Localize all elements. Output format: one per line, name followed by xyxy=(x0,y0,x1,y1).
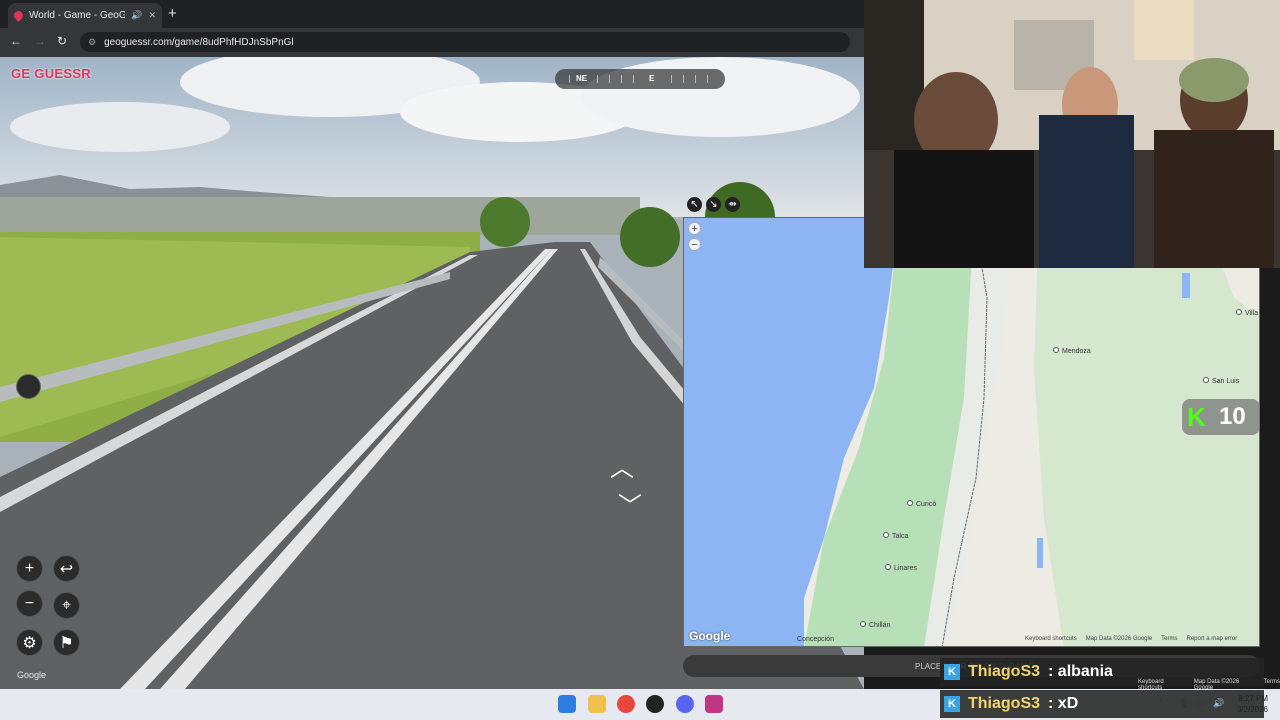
report-map-error-link[interactable]: Report a map error xyxy=(1187,636,1238,642)
chat-text: : xD xyxy=(1048,695,1079,712)
clock-time: 8:27 PM xyxy=(1238,694,1268,703)
street-view-google-watermark: Google xyxy=(17,670,47,680)
start-menu-icon[interactable] xyxy=(558,695,576,713)
file-explorer-icon[interactable] xyxy=(588,695,606,713)
undo-move-icon[interactable]: ↩ xyxy=(53,555,80,582)
browser-tab[interactable]: World - Game - GeoGuessr 🔊 ✕ xyxy=(8,3,162,28)
chat-text: : albania xyxy=(1048,663,1113,680)
webcam-scene xyxy=(864,0,1280,268)
map-city-label: Mendoza xyxy=(1053,347,1091,355)
obs-icon[interactable] xyxy=(646,695,664,713)
map-city-label: Chillán xyxy=(860,621,890,629)
map-zoom-out-button[interactable]: − xyxy=(688,238,701,251)
network-icon[interactable]: ▭ xyxy=(1197,698,1206,709)
viewer-count: 10 xyxy=(1219,403,1246,430)
compass-tick xyxy=(707,75,708,83)
compass-label-e: E xyxy=(649,74,655,83)
kick-viewer-badge: K 10 xyxy=(1182,399,1260,435)
webcam-feed xyxy=(864,0,1280,268)
map-pin-toggle-icon[interactable]: ⇴ xyxy=(725,197,740,212)
map-city-label: Villa xyxy=(1236,309,1258,317)
map-terrain xyxy=(684,218,1259,646)
settings-gear-icon[interactable]: ⚙ xyxy=(16,629,43,656)
zoom-in-button[interactable]: + xyxy=(16,555,43,582)
map-google-logo: Google xyxy=(689,629,731,643)
forward-icon[interactable]: → xyxy=(34,34,46,48)
map-data-text: Map Data ©2026 Google xyxy=(1085,636,1153,642)
compass-tick xyxy=(671,75,672,83)
compass-label-ne: NE xyxy=(576,74,588,83)
new-tab-button[interactable]: + xyxy=(168,5,177,22)
flag-icon[interactable]: ⚑ xyxy=(53,629,80,656)
kick-chat-icon: K xyxy=(944,696,960,712)
site-settings-icon[interactable]: ⚙ xyxy=(88,37,96,48)
microphone-icon[interactable]: 🎙 xyxy=(1178,698,1189,709)
compass-tick xyxy=(569,75,570,83)
move-back-arrow-icon[interactable]: ﹀ xyxy=(618,486,642,521)
compass-tick xyxy=(683,75,684,83)
keyboard-shortcuts-link[interactable]: Keyboard shortcuts xyxy=(1025,636,1077,642)
compass-tick xyxy=(633,75,634,83)
map-city-label: Curicó xyxy=(907,500,936,508)
compass-tick xyxy=(621,75,622,83)
map-zoom-in-button[interactable]: + xyxy=(688,222,701,235)
tab-title: World - Game - GeoGuessr xyxy=(29,10,126,21)
url-text: geoguessr.com/game/8udPhfHDJnSbPnGl xyxy=(104,36,294,48)
map-city-label: San Luis xyxy=(1203,377,1239,385)
clock-date: 3/2/2026 xyxy=(1236,705,1268,714)
compass-strip: NE E xyxy=(555,69,725,89)
chat-username: ThiagoS3 xyxy=(968,695,1041,712)
map-city-label: Talca xyxy=(883,532,908,540)
terms-link[interactable]: Terms xyxy=(1161,636,1177,642)
chat-username: ThiagoS3 xyxy=(968,663,1041,680)
location-pin-icon[interactable] xyxy=(16,374,41,399)
tray-overflow-icon[interactable]: ⌃ xyxy=(1157,698,1165,709)
speaker-icon[interactable]: 🔊 xyxy=(131,10,142,21)
map-footer: Keyboard shortcuts Map Data ©2026 Google… xyxy=(1025,636,1237,642)
kick-chat-icon: K xyxy=(944,664,960,680)
chrome-icon[interactable] xyxy=(617,695,635,713)
back-icon[interactable]: ← xyxy=(10,34,22,48)
map-expand-icon[interactable]: ↖ xyxy=(687,197,702,212)
map-city-label: Linares xyxy=(885,564,917,572)
move-forward-arrow-icon[interactable]: ︿ xyxy=(610,448,634,483)
map-city-label: Concepción xyxy=(797,636,834,643)
map-shrink-icon[interactable]: ↘ xyxy=(706,197,721,212)
compass-tick xyxy=(695,75,696,83)
taskbar-clock[interactable]: 8:27 PM 3/2/2026 xyxy=(1228,693,1268,715)
kick-logo-icon: K xyxy=(1187,402,1206,432)
reload-icon[interactable]: ↻ xyxy=(57,34,67,48)
instagram-icon[interactable] xyxy=(705,695,723,713)
compass-tick xyxy=(597,75,598,83)
url-bar[interactable]: ⚙ geoguessr.com/game/8udPhfHDJnSbPnGl xyxy=(80,32,850,52)
geoguessr-favicon-icon xyxy=(12,9,25,22)
volume-icon[interactable]: 🔊 xyxy=(1213,698,1224,709)
tab-close-icon[interactable]: ✕ xyxy=(148,10,156,21)
compass-tick xyxy=(609,75,610,83)
geoguessr-logo: GE GUESSR xyxy=(11,66,91,81)
guess-map[interactable] xyxy=(683,217,1260,647)
zoom-out-button[interactable]: − xyxy=(16,590,43,617)
return-to-start-icon[interactable]: ⌖ xyxy=(53,592,80,619)
discord-icon[interactable] xyxy=(676,695,694,713)
